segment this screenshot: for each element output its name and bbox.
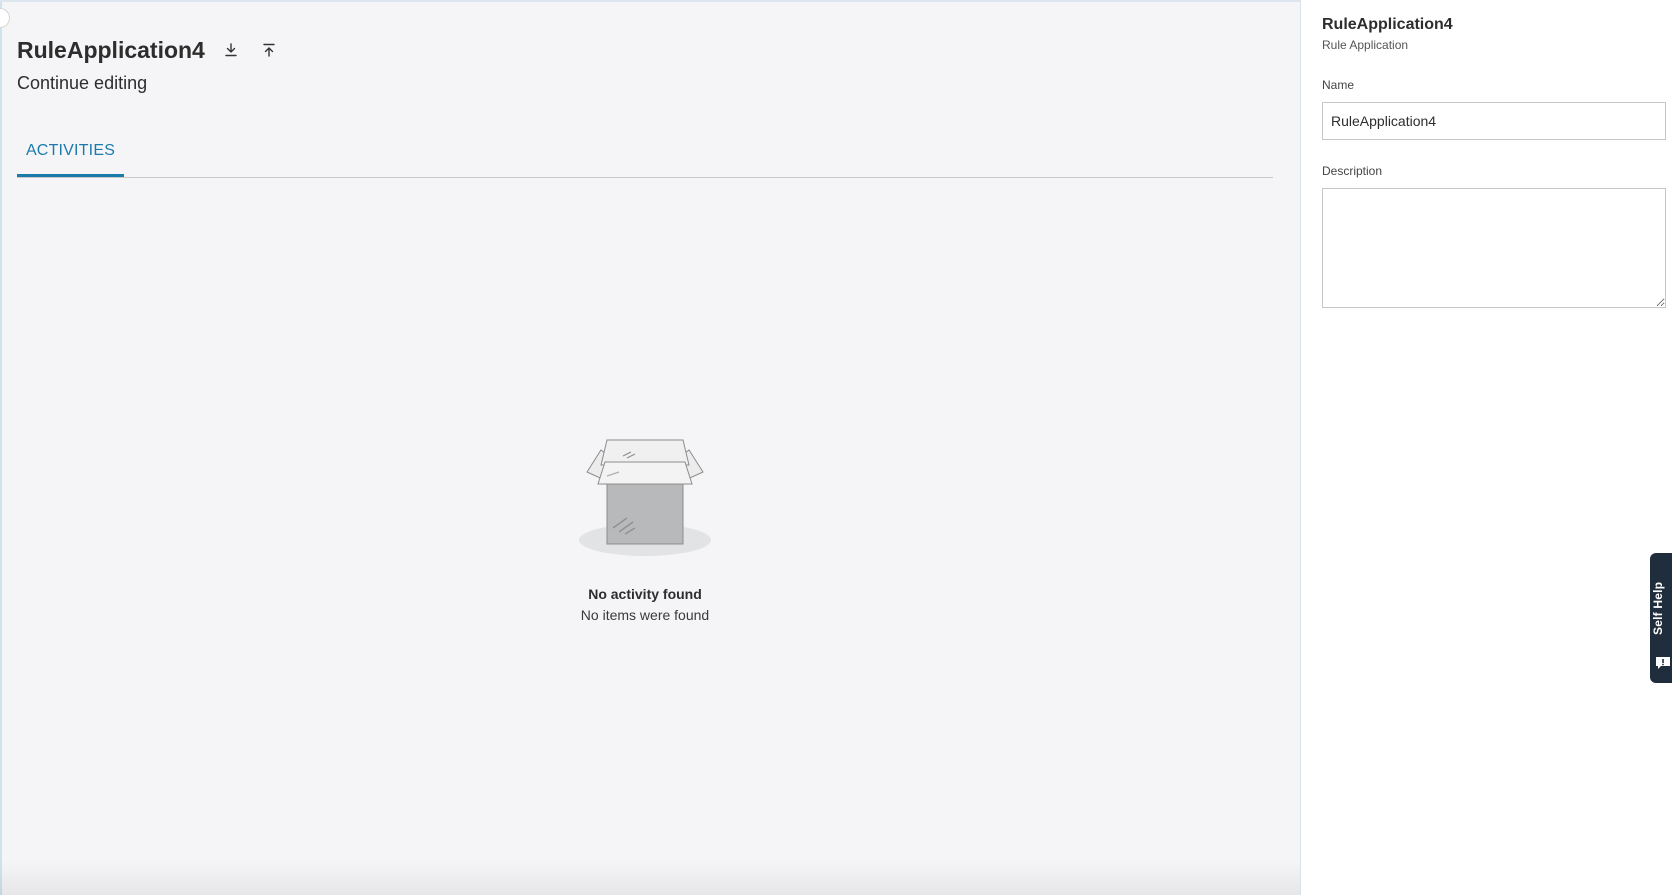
left-border: [0, 0, 2, 895]
empty-state-message: No items were found: [580, 607, 710, 623]
download-button[interactable]: [219, 38, 243, 62]
main-content: RuleApplication4 Continue editing ACTIVI…: [0, 0, 1430, 895]
description-field[interactable]: [1322, 188, 1666, 308]
title-row: RuleApplication4: [17, 34, 281, 66]
name-field[interactable]: [1322, 102, 1666, 140]
tab-activities[interactable]: ACTIVITIES: [17, 130, 124, 177]
self-help-button[interactable]: Self Help: [1650, 553, 1672, 683]
bottom-shadow: [0, 860, 1430, 895]
self-help-label: Self Help: [1651, 581, 1665, 635]
upload-icon: [263, 43, 275, 57]
properties-panel: RuleApplication4 Rule Application Name D…: [1300, 0, 1672, 895]
page-title: RuleApplication4: [17, 36, 205, 63]
app-window: RuleApplication4 Continue editing ACTIVI…: [0, 0, 1672, 895]
top-border: [0, 0, 1300, 2]
continue-editing-label: Continue editing: [17, 73, 148, 93]
upload-button[interactable]: [257, 38, 281, 62]
panel-title: RuleApplication4: [1322, 16, 1453, 33]
description-label: Description: [1322, 164, 1383, 178]
panel-subtitle: Rule Application: [1322, 38, 1409, 52]
collapse-handle[interactable]: [0, 8, 10, 28]
empty-state-title: No activity found: [588, 586, 702, 602]
tab-bar: ACTIVITIES: [17, 130, 1273, 178]
download-icon: [225, 43, 237, 57]
feedback-icon: [1656, 657, 1670, 669]
empty-state: No activity found No items were found: [545, 410, 745, 623]
empty-box-icon: [579, 439, 711, 556]
name-label: Name: [1322, 78, 1355, 92]
